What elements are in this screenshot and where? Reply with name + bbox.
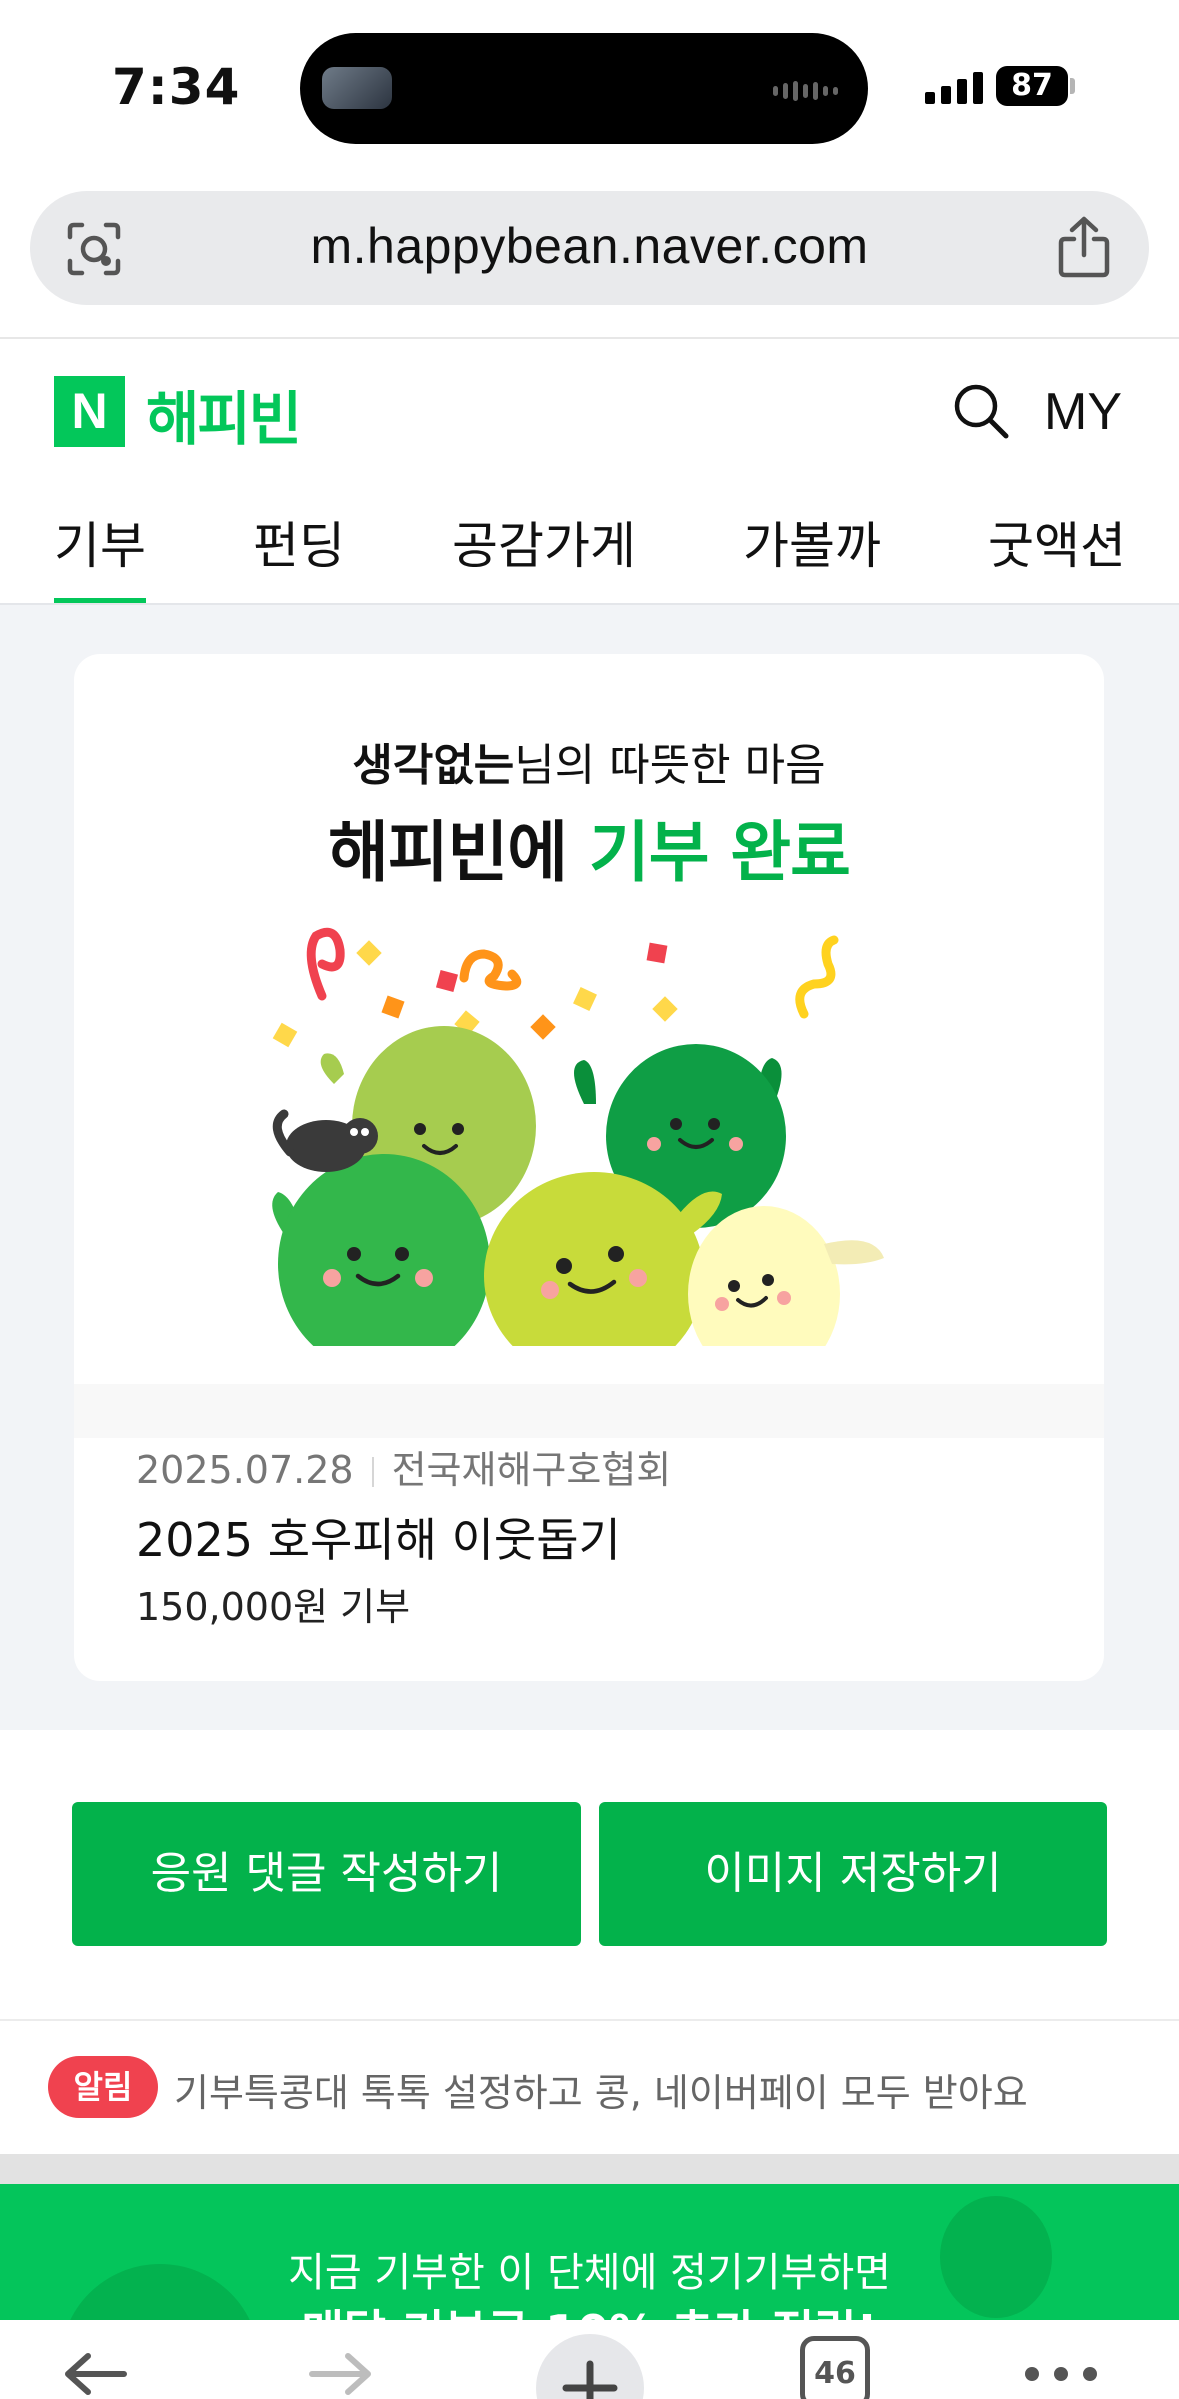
section-gap	[0, 2154, 1179, 2184]
status-time: 7:34	[112, 58, 241, 116]
user-name: 생각없는	[352, 740, 515, 791]
illustration-base	[74, 1384, 1104, 1438]
cellular-signal-icon	[925, 72, 983, 104]
donation-date: 2025.07.28	[136, 1448, 354, 1492]
address-bar[interactable]: m.happybean.naver.com	[30, 191, 1149, 305]
tabs-count-button[interactable]: 46	[800, 2336, 870, 2399]
tab-good-action[interactable]: 굿액션	[988, 506, 1126, 578]
organization-name: 전국재해구호협회	[391, 1448, 672, 1492]
more-options-icon[interactable]	[1022, 2364, 1100, 2384]
campaign-title: 2025 호우피해 이웃돕기	[136, 1513, 621, 1567]
donation-meta: 2025.07.28 전국재해구호협회	[136, 1439, 671, 1494]
plus-icon	[562, 2360, 618, 2399]
banner-line1: 지금 기부한 이 단체에 정기기부하면	[288, 2250, 891, 2296]
headline-highlight: 기부 완료	[589, 814, 851, 891]
happybean-logo-text[interactable]: 해피빈	[146, 372, 302, 456]
naver-logo[interactable]: N	[54, 376, 125, 447]
share-icon[interactable]	[1055, 215, 1113, 279]
nav-tabs: 기부 펀딩 공감가게 가볼까 굿액션	[0, 470, 1179, 604]
tab-donate[interactable]: 기부	[54, 506, 146, 578]
card-headline: 해피빈에 기부 완료	[74, 799, 1104, 895]
my-page-link[interactable]: MY	[1044, 382, 1122, 442]
tab-funding[interactable]: 펀딩	[253, 506, 345, 578]
tab-store[interactable]: 공감가게	[452, 506, 636, 578]
back-arrow-icon[interactable]	[58, 2350, 130, 2399]
notice-text[interactable]: 기부특콩대 톡톡 설정하고 콩, 네이버페이 모두 받아요	[174, 2062, 1028, 2117]
headline-prefix: 해피빈에	[328, 814, 589, 891]
camera-icon	[322, 67, 392, 109]
forward-arrow-icon[interactable]	[306, 2350, 378, 2399]
search-icon[interactable]	[951, 381, 1011, 441]
write-comment-button[interactable]: 응원 댓글 작성하기	[72, 1802, 581, 1946]
donation-complete-card: 생각없는님의 따뜻한 마음 해피빈에 기부 완료 2025.07.28 전국재해…	[74, 654, 1104, 1681]
divider	[0, 337, 1179, 339]
donation-amount: 150,000원 기부	[136, 1585, 411, 1629]
browser-toolbar: 46	[0, 2320, 1179, 2399]
audio-wave-icon	[773, 81, 838, 101]
divider	[0, 2019, 1179, 2021]
url-text[interactable]: m.happybean.naver.com	[30, 217, 1149, 275]
status-bar: 7:34 87	[0, 0, 1179, 175]
new-tab-button[interactable]	[536, 2334, 644, 2399]
tab-visit[interactable]: 가볼까	[743, 506, 881, 578]
meta-separator	[371, 1457, 374, 1487]
battery-icon: 87	[996, 66, 1068, 106]
notice-badge: 알림	[48, 2056, 158, 2118]
card-greeting: 생각없는님의 따뜻한 마음	[74, 729, 1104, 793]
save-image-button[interactable]: 이미지 저장하기	[599, 1802, 1107, 1946]
dynamic-island	[300, 33, 868, 144]
battery-tip	[1070, 78, 1075, 94]
celebrating-beans-illustration	[272, 927, 884, 1346]
greeting-rest: 님의 따뜻한 마음	[514, 740, 826, 791]
